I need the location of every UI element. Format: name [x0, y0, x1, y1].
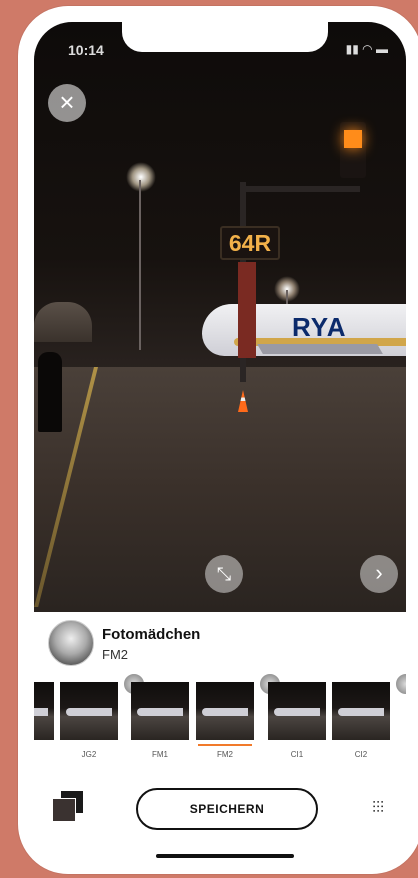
- airplane-wing: [257, 344, 383, 354]
- home-indicator: [156, 854, 294, 858]
- notch: [122, 22, 328, 52]
- expand-button[interactable]: ⤡: [205, 555, 243, 593]
- filter-label: FM1: [152, 750, 168, 759]
- adjust-sliders-icon[interactable]: ⫶⫶⫶: [372, 800, 384, 818]
- phone-frame: RYA 64R × ⤡ › 10:14 ▮▮ ◠ ▬ Fotomädchen F…: [18, 6, 418, 874]
- terminal-building: [34, 302, 92, 342]
- filter-thumb-ci1[interactable]: [268, 682, 326, 740]
- status-time: 10:14: [68, 42, 104, 58]
- filter-thumb-ci2[interactable]: [332, 682, 390, 740]
- filter-label: FM2: [217, 750, 233, 759]
- status-icons: ▮▮ ◠ ▬: [346, 42, 388, 56]
- gallery-button[interactable]: [52, 790, 84, 822]
- close-button[interactable]: ×: [48, 84, 86, 122]
- filter-label: JG2: [81, 750, 97, 759]
- filter-strip[interactable]: JG2 FM1 FM2 CI1 CI2: [34, 672, 406, 762]
- runway-sign: 64R: [220, 226, 280, 260]
- chevron-right-icon: ›: [375, 560, 383, 585]
- close-icon: ×: [59, 87, 75, 117]
- filter-label: CI1: [290, 750, 304, 759]
- person-silhouette: [38, 352, 62, 432]
- filter-thumb[interactable]: [34, 682, 54, 740]
- expand-icon: ⤡: [216, 564, 232, 584]
- sign-post: [238, 262, 256, 358]
- avatar[interactable]: [48, 620, 94, 666]
- wifi-icon: ◠: [362, 42, 373, 56]
- save-button[interactable]: SPEICHERN: [136, 788, 318, 830]
- signal-light: [344, 130, 362, 148]
- filter-thumb-fm1[interactable]: [131, 682, 189, 740]
- active-filter-indicator: [198, 744, 252, 746]
- filter-thumb-fm2[interactable]: [196, 682, 254, 740]
- gallery-icon-back: [52, 798, 76, 822]
- next-photo-button[interactable]: ›: [360, 555, 398, 593]
- profile-filter-name: FM2: [102, 647, 128, 662]
- filter-thumb-jg2[interactable]: [60, 682, 118, 740]
- battery-icon: ▬: [376, 42, 388, 56]
- airplane-livery-text: RYA: [292, 312, 347, 342]
- filter-badge-avatar: [394, 672, 406, 696]
- filter-label: CI2: [354, 750, 368, 759]
- photo-preview: RYA 64R × ⤡ ›: [34, 22, 406, 612]
- profile-name: Fotomädchen: [102, 626, 201, 643]
- signal-icon: ▮▮: [345, 42, 359, 56]
- app-screen: RYA 64R × ⤡ › 10:14 ▮▮ ◠ ▬ Fotomädchen F…: [34, 22, 406, 858]
